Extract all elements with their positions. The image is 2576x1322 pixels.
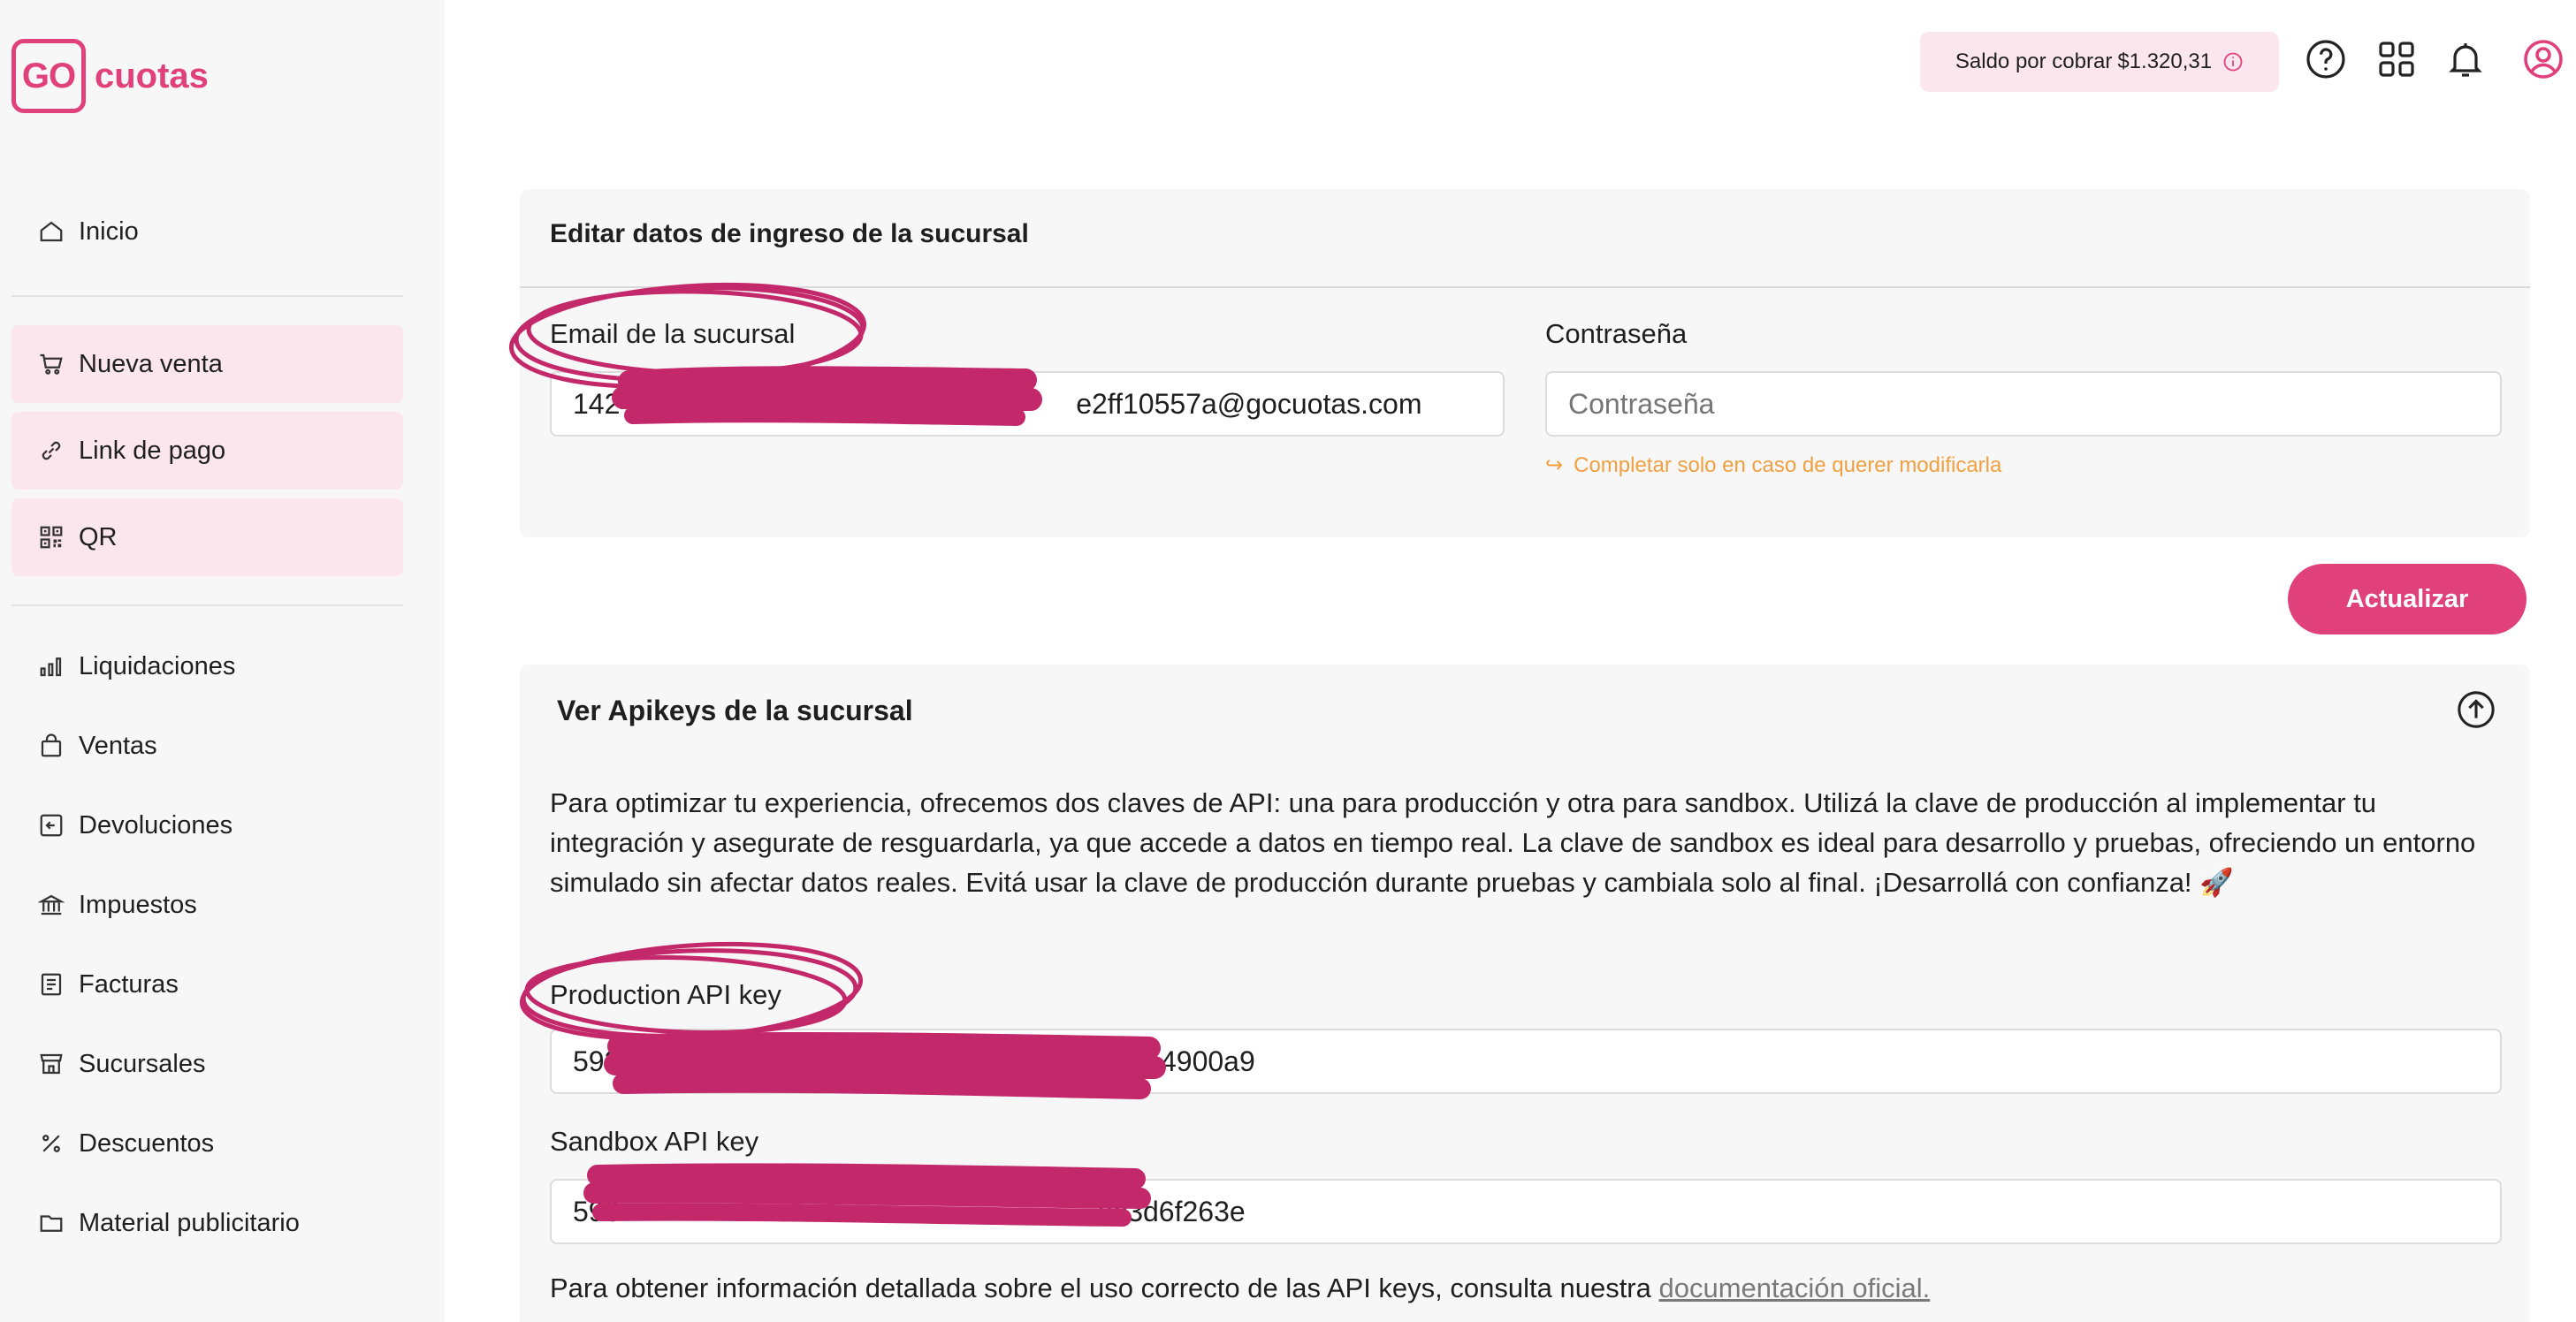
sidebar-item-label: Liquidaciones bbox=[79, 651, 236, 680]
sidebar-item-liquidaciones[interactable]: Liquidaciones bbox=[11, 627, 403, 705]
email-value-end: e2ff10557a@gocuotas.com bbox=[1076, 387, 1422, 420]
sidebar-item-label: Link de pago bbox=[79, 436, 226, 465]
email-field[interactable]: 1424 e2ff10557a@gocuotas.com bbox=[550, 371, 1505, 437]
balance-amount: $1.320,31 bbox=[2117, 49, 2213, 73]
hint-arrow-icon: ↪ bbox=[1545, 453, 1564, 477]
sidebar-item-devoluciones[interactable]: Devoluciones bbox=[11, 786, 403, 864]
sandbox-key-label: Sandbox API key bbox=[550, 1126, 759, 1157]
email-label: Email de la sucursal bbox=[550, 318, 796, 349]
sidebar-item-label: Sucursales bbox=[79, 1049, 206, 1078]
logo-text: cuotas bbox=[95, 56, 209, 95]
sidebar-item-label: Impuestos bbox=[79, 890, 197, 919]
sidebar-divider bbox=[11, 295, 403, 297]
bell-icon[interactable] bbox=[2443, 37, 2488, 81]
production-key-start: 593 bbox=[573, 1045, 621, 1077]
user-avatar-icon[interactable] bbox=[2521, 37, 2565, 81]
card-title: Editar datos de ingreso de la sucursal bbox=[550, 219, 1029, 248]
card-divider bbox=[520, 286, 2530, 288]
sidebar-item-ventas[interactable]: Ventas bbox=[11, 707, 403, 785]
sidebar-item-label: Nueva venta bbox=[79, 349, 223, 378]
production-key-field[interactable]: 593 a2c4900a9 bbox=[550, 1029, 2502, 1094]
sidebar-item-descuentos[interactable]: Descuentos bbox=[11, 1105, 403, 1182]
brand-logo[interactable]: GO cuotas bbox=[11, 39, 209, 113]
sandbox-key-end: 8c3d6f263e bbox=[1097, 1195, 1246, 1227]
production-key-end: a2c4900a9 bbox=[1115, 1045, 1255, 1077]
apikeys-footer: Para obtener información detallada sobre… bbox=[550, 1273, 1930, 1304]
sidebar-item-label: Inicio bbox=[79, 217, 139, 246]
bank-icon bbox=[38, 892, 65, 918]
help-icon[interactable] bbox=[2304, 37, 2348, 81]
sidebar-item-facturas[interactable]: Facturas bbox=[11, 946, 403, 1023]
apps-grid-icon[interactable] bbox=[2374, 37, 2419, 81]
sidebar-item-label: Material publicitario bbox=[79, 1208, 300, 1237]
email-value-start: 1424 bbox=[573, 387, 636, 420]
sidebar-item-label: QR bbox=[79, 522, 118, 551]
sandbox-key-start: 593 bbox=[573, 1195, 621, 1227]
sidebar-item-label: Devoluciones bbox=[79, 810, 233, 840]
info-icon[interactable] bbox=[2222, 51, 2244, 72]
qr-icon bbox=[38, 524, 65, 551]
apikeys-card: Ver Apikeys de la sucursal Para optimiza… bbox=[520, 665, 2530, 1322]
percent-icon bbox=[38, 1130, 65, 1157]
sidebar-item-sucursales[interactable]: Sucursales bbox=[11, 1025, 403, 1103]
sandbox-key-field[interactable]: 593 8c3d6f263e bbox=[550, 1179, 2502, 1244]
password-field[interactable] bbox=[1545, 371, 2502, 437]
return-icon bbox=[38, 812, 65, 839]
cart-icon bbox=[38, 351, 65, 377]
update-button[interactable]: Actualizar bbox=[2288, 564, 2526, 634]
sidebar-item-label: Descuentos bbox=[79, 1128, 215, 1158]
sidebar-divider bbox=[11, 604, 403, 606]
sidebar: GO cuotas Inicio Nueva venta Link de pag… bbox=[0, 0, 445, 1322]
sidebar-item-link-de-pago[interactable]: Link de pago bbox=[11, 412, 403, 490]
home-icon bbox=[38, 218, 65, 245]
password-label: Contraseña bbox=[1545, 318, 1688, 349]
footer-text: Para obtener información detallada sobre… bbox=[550, 1273, 1651, 1303]
apikeys-description: Para optimizar tu experiencia, ofrecemos… bbox=[550, 787, 2476, 898]
docs-link[interactable]: documentación oficial. bbox=[1659, 1273, 1931, 1303]
bar-chart-icon bbox=[38, 653, 65, 680]
sidebar-item-label: Facturas bbox=[79, 969, 179, 999]
invoice-icon bbox=[38, 971, 65, 998]
sidebar-item-material-publicitario[interactable]: Material publicitario bbox=[11, 1184, 403, 1262]
apikeys-title[interactable]: Ver Apikeys de la sucursal bbox=[557, 695, 913, 727]
sidebar-item-impuestos[interactable]: Impuestos bbox=[11, 866, 403, 944]
password-hint-text: Completar solo en caso de querer modific… bbox=[1574, 452, 2002, 477]
login-data-card: Editar datos de ingreso de la sucursal E… bbox=[520, 189, 2530, 537]
folder-icon bbox=[38, 1210, 65, 1236]
store-icon bbox=[38, 1051, 65, 1077]
bag-icon bbox=[38, 733, 65, 759]
link-icon bbox=[38, 437, 65, 464]
balance-label: Saldo por cobrar bbox=[1955, 49, 2113, 73]
sidebar-item-label: Ventas bbox=[79, 731, 157, 760]
logo-box: GO bbox=[11, 39, 86, 113]
sidebar-item-nueva-venta[interactable]: Nueva venta bbox=[11, 325, 403, 403]
balance-badge[interactable]: Saldo por cobrar $1.320,31 bbox=[1920, 32, 2279, 92]
sidebar-item-inicio[interactable]: Inicio bbox=[11, 193, 403, 270]
password-hint: ↪ Completar solo en caso de querer modif… bbox=[1545, 452, 2001, 478]
sidebar-item-qr[interactable]: QR bbox=[11, 498, 403, 576]
collapse-arrow-up-icon[interactable] bbox=[2456, 689, 2496, 730]
production-key-label: Production API key bbox=[550, 979, 781, 1010]
